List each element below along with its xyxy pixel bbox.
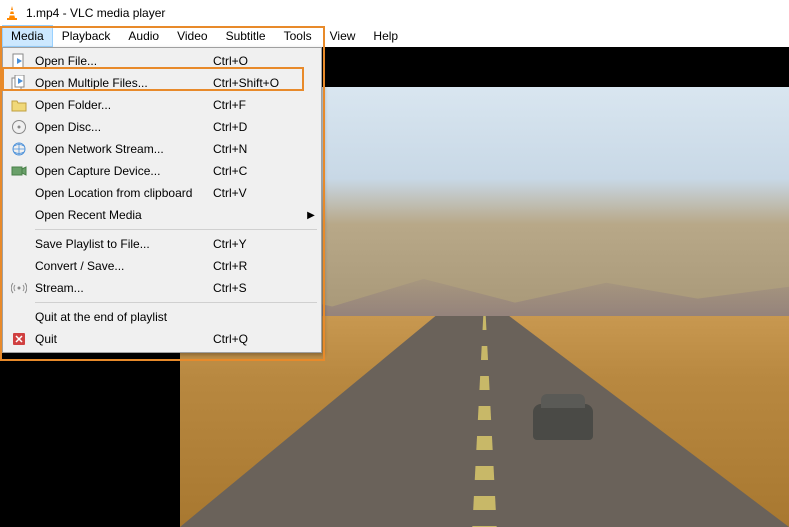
menu-item-shortcut: Ctrl+V: [213, 186, 303, 200]
blank-icon: [5, 204, 33, 226]
menu-item-shortcut: Ctrl+F: [213, 98, 303, 112]
menu-item-shortcut: Ctrl+S: [213, 281, 303, 295]
menu-item-open-disc[interactable]: Open Disc...Ctrl+D: [5, 116, 319, 138]
menu-item-open-capture-device[interactable]: Open Capture Device...Ctrl+C: [5, 160, 319, 182]
menu-item-open-location-from-clipboard[interactable]: Open Location from clipboardCtrl+V: [5, 182, 319, 204]
menu-item-open-multiple-files[interactable]: Open Multiple Files...Ctrl+Shift+O: [5, 72, 319, 94]
menu-view[interactable]: View: [321, 25, 365, 47]
menu-help[interactable]: Help: [364, 25, 407, 47]
menu-item-quit-at-the-end-of-playlist[interactable]: Quit at the end of playlist: [5, 306, 319, 328]
file-play-icon: [5, 50, 33, 72]
quit-icon: [5, 328, 33, 350]
menu-item-label: Save Playlist to File...: [33, 237, 213, 251]
menu-item-label: Stream...: [33, 281, 213, 295]
menu-item-label: Open Disc...: [33, 120, 213, 134]
menu-item-open-network-stream[interactable]: Open Network Stream...Ctrl+N: [5, 138, 319, 160]
menu-item-open-recent-media[interactable]: Open Recent Media ▶: [5, 204, 319, 226]
menu-item-shortcut: Ctrl+N: [213, 142, 303, 156]
menu-item-label: Open Network Stream...: [33, 142, 213, 156]
menu-item-shortcut: Ctrl+Q: [213, 332, 303, 346]
menu-item-label: Open Multiple Files...: [33, 76, 213, 90]
menu-item-shortcut: Ctrl+Y: [213, 237, 303, 251]
menu-item-label: Open File...: [33, 54, 213, 68]
blank-icon: [5, 255, 33, 277]
menu-separator: [35, 302, 317, 303]
menu-bar: Media Playback Audio Video Subtitle Tool…: [0, 25, 789, 47]
menu-item-save-playlist-to-file[interactable]: Save Playlist to File...Ctrl+Y: [5, 233, 319, 255]
menu-item-convert-save[interactable]: Convert / Save...Ctrl+R: [5, 255, 319, 277]
menu-playback[interactable]: Playback: [53, 25, 120, 47]
menu-video[interactable]: Video: [168, 25, 216, 47]
disc-icon: [5, 116, 33, 138]
menu-item-label: Convert / Save...: [33, 259, 213, 273]
vlc-cone-icon: [4, 5, 20, 21]
blank-icon: [5, 182, 33, 204]
menu-item-quit[interactable]: QuitCtrl+Q: [5, 328, 319, 350]
menu-item-shortcut: Ctrl+O: [213, 54, 303, 68]
menu-item-label: Quit at the end of playlist: [33, 310, 213, 324]
menu-item-label: Open Recent Media: [33, 208, 213, 222]
menu-item-shortcut: Ctrl+R: [213, 259, 303, 273]
menu-item-shortcut: Ctrl+Shift+O: [213, 76, 303, 90]
menu-separator: [35, 229, 317, 230]
files-play-icon: [5, 72, 33, 94]
menu-item-label: Open Folder...: [33, 98, 213, 112]
folder-icon: [5, 94, 33, 116]
network-icon: [5, 138, 33, 160]
title-bar: 1.mp4 - VLC media player: [0, 0, 789, 25]
menu-media[interactable]: Media: [2, 25, 53, 47]
menu-item-label: Open Location from clipboard: [33, 186, 213, 200]
media-dropdown-menu: Open File...Ctrl+OOpen Multiple Files...…: [2, 47, 322, 353]
blank-icon: [5, 306, 33, 328]
menu-item-stream[interactable]: Stream...Ctrl+S: [5, 277, 319, 299]
menu-item-label: Open Capture Device...: [33, 164, 213, 178]
menu-tools[interactable]: Tools: [275, 25, 321, 47]
menu-item-open-file[interactable]: Open File...Ctrl+O: [5, 50, 319, 72]
stream-icon: [5, 277, 33, 299]
capture-icon: [5, 160, 33, 182]
menu-item-shortcut: Ctrl+D: [213, 120, 303, 134]
menu-item-open-folder[interactable]: Open Folder...Ctrl+F: [5, 94, 319, 116]
menu-item-shortcut: Ctrl+C: [213, 164, 303, 178]
menu-subtitle[interactable]: Subtitle: [217, 25, 275, 47]
blank-icon: [5, 233, 33, 255]
submenu-arrow-icon: ▶: [303, 210, 319, 221]
window-title: 1.mp4 - VLC media player: [26, 6, 165, 20]
menu-audio[interactable]: Audio: [119, 25, 168, 47]
menu-item-label: Quit: [33, 332, 213, 346]
